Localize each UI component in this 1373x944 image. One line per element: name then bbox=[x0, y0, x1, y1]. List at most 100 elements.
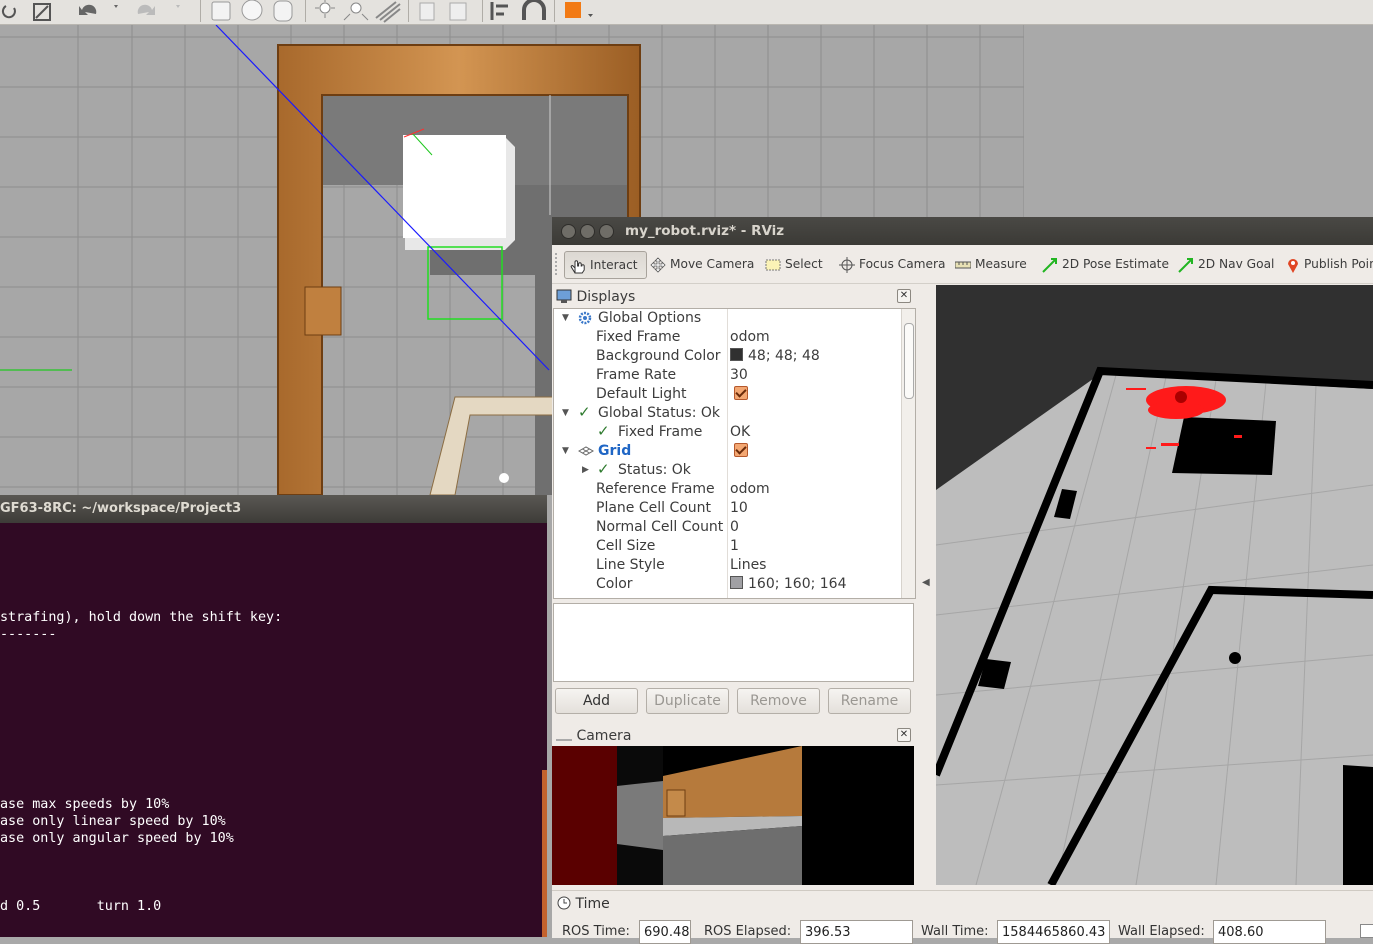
undo-dropdown-icon[interactable] bbox=[114, 5, 118, 8]
box-icon[interactable] bbox=[211, 1, 231, 21]
tree-key: Grid bbox=[598, 443, 632, 459]
paste-icon[interactable] bbox=[449, 2, 467, 21]
tree-key: Plane Cell Count bbox=[596, 500, 712, 516]
directional-light-icon[interactable] bbox=[375, 1, 401, 23]
camera-title: Camera bbox=[576, 728, 632, 744]
display-description-box bbox=[553, 603, 914, 682]
scale-icon[interactable] bbox=[33, 3, 51, 21]
tree-value[interactable]: 30 bbox=[730, 366, 748, 385]
grid-enabled-checkbox[interactable] bbox=[734, 443, 748, 463]
tree-value[interactable]: 160; 160; 164 bbox=[730, 575, 847, 594]
tool-publish-point[interactable]: Publish Poin bbox=[1286, 251, 1373, 277]
tree-value[interactable]: Lines bbox=[730, 556, 766, 575]
expand-arrow-icon[interactable]: ▼ bbox=[562, 442, 569, 461]
tool-label: Publish Poin bbox=[1304, 257, 1373, 271]
maximize-window-button[interactable] bbox=[599, 224, 614, 239]
gazebo-toolbar bbox=[0, 0, 1373, 25]
time-title: Time bbox=[575, 896, 610, 912]
terminal-line: ase only angular speed by 10% bbox=[0, 831, 234, 846]
tree-value[interactable]: 10 bbox=[730, 499, 748, 518]
window-title: my_robot.rviz* - RViz bbox=[625, 223, 785, 239]
tree-value-text: 48; 48; 48 bbox=[748, 348, 820, 364]
redo-icon[interactable] bbox=[137, 4, 155, 15]
expand-arrow-icon[interactable]: ▼ bbox=[562, 309, 569, 328]
experimental-checkbox[interactable] bbox=[1360, 924, 1373, 938]
tree-value[interactable]: odom bbox=[730, 480, 770, 499]
tree-value[interactable]: odom bbox=[730, 328, 770, 347]
tree-value: OK bbox=[730, 424, 751, 440]
undo-icon[interactable] bbox=[79, 4, 97, 15]
terminal-title: GF63-8RC: ~/workspace/Project3 bbox=[0, 495, 547, 523]
terminal-line: ------- bbox=[0, 627, 57, 642]
color-icon[interactable] bbox=[565, 2, 593, 18]
align-icon[interactable] bbox=[490, 2, 508, 20]
tool-measure[interactable]: Measure bbox=[955, 251, 1027, 277]
rotate-icon[interactable] bbox=[1, 5, 16, 19]
check-icon: ✓ bbox=[578, 403, 591, 421]
tool-label: 2D Nav Goal bbox=[1198, 257, 1275, 271]
tree-value[interactable]: 1 bbox=[730, 537, 739, 556]
rviz-toolbar: Interact Move Camera Select Focus Camera… bbox=[552, 245, 1373, 284]
ros-time-field[interactable]: 690.48 bbox=[639, 920, 691, 944]
tool-2d-pose-estimate[interactable]: 2D Pose Estimate bbox=[1042, 251, 1169, 277]
point-light-icon[interactable] bbox=[315, 0, 335, 18]
gear-icon bbox=[578, 311, 592, 325]
displays-tree[interactable]: ▼ Global Options Fixed Frame odom Backgr… bbox=[553, 308, 916, 599]
tree-value[interactable]: 48; 48; 48 bbox=[730, 347, 820, 366]
displays-panel-header: Displays bbox=[556, 287, 635, 307]
tree-key: Cell Size bbox=[596, 538, 656, 554]
displays-title: Displays bbox=[576, 289, 636, 305]
color-swatch bbox=[730, 576, 743, 589]
terminal-scrollbar[interactable] bbox=[542, 770, 547, 937]
green-arrow-icon bbox=[1178, 257, 1193, 273]
terminal-line: strafing), hold down the shift key: bbox=[0, 610, 283, 625]
default-light-checkbox[interactable] bbox=[734, 386, 748, 406]
terminal-window[interactable]: GF63-8RC: ~/workspace/Project3 strafing)… bbox=[0, 495, 547, 937]
sphere-icon[interactable] bbox=[241, 0, 263, 21]
scrollbar-thumb[interactable] bbox=[904, 323, 914, 399]
redo-dropdown-icon[interactable] bbox=[176, 5, 180, 8]
camera-close-button[interactable]: ✕ bbox=[897, 728, 911, 742]
tree-key: Reference Frame bbox=[596, 481, 715, 497]
tree-value[interactable]: 0 bbox=[730, 518, 739, 537]
rename-button[interactable]: Rename bbox=[828, 688, 911, 714]
tool-move-camera[interactable]: Move Camera bbox=[650, 251, 754, 277]
close-window-button[interactable] bbox=[561, 224, 576, 239]
toolbar-grip bbox=[555, 253, 559, 275]
select-icon bbox=[765, 259, 781, 270]
tool-2d-nav-goal[interactable]: 2D Nav Goal bbox=[1178, 251, 1274, 277]
snap-icon[interactable] bbox=[522, 0, 546, 20]
green-arrow-icon bbox=[1042, 257, 1057, 273]
duplicate-button[interactable]: Duplicate bbox=[646, 688, 729, 714]
map-pin-icon bbox=[1288, 258, 1298, 273]
tool-interact[interactable]: Interact bbox=[564, 251, 647, 279]
tree-key: Default Light bbox=[596, 386, 687, 402]
terminal-line: d 0.5 turn 1.0 bbox=[0, 899, 162, 914]
grid-icon bbox=[578, 446, 594, 456]
tree-key: Fixed Frame bbox=[596, 329, 681, 345]
spot-light-icon[interactable] bbox=[343, 2, 369, 21]
rviz-3d-view[interactable] bbox=[936, 285, 1373, 885]
ros-elapsed-field[interactable]: 396.53 bbox=[800, 920, 913, 944]
displays-close-button[interactable]: ✕ bbox=[897, 289, 911, 303]
copy-icon[interactable] bbox=[419, 2, 435, 21]
wall-time-field[interactable]: 1584465860.43 bbox=[997, 920, 1110, 944]
remove-button[interactable]: Remove bbox=[737, 688, 820, 714]
tool-focus-camera[interactable]: Focus Camera bbox=[839, 251, 946, 277]
wall-elapsed-field[interactable]: 408.60 bbox=[1213, 920, 1326, 944]
color-swatch bbox=[730, 348, 743, 361]
collapse-panel-arrow-icon[interactable]: ◀ bbox=[922, 577, 930, 588]
check-icon: ✓ bbox=[597, 422, 610, 440]
tool-label: Select bbox=[785, 257, 823, 271]
tree-scrollbar[interactable] bbox=[901, 309, 915, 598]
time-panel: Time ROS Time: 690.48 ROS Elapsed: 396.5… bbox=[552, 890, 1373, 944]
expand-arrow-icon[interactable]: ▼ bbox=[562, 404, 569, 423]
minimize-window-button[interactable] bbox=[580, 224, 595, 239]
add-button[interactable]: Add bbox=[555, 688, 638, 714]
tool-select[interactable]: Select bbox=[765, 251, 823, 277]
rviz-window[interactable]: my_robot.rviz* - RViz Interact Move Came… bbox=[552, 217, 1373, 944]
expand-arrow-icon[interactable]: ▶ bbox=[582, 461, 589, 480]
camera-panel-header: Camera bbox=[556, 726, 631, 746]
rviz-titlebar: my_robot.rviz* - RViz bbox=[552, 217, 1373, 245]
cylinder-icon[interactable] bbox=[273, 0, 293, 22]
